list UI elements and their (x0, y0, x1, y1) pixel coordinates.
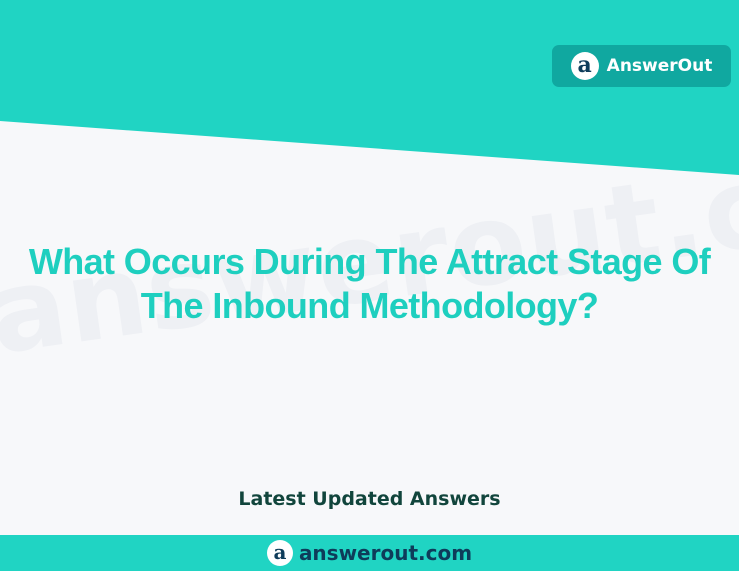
answerout-logo-icon: a (266, 539, 293, 566)
top-teal-band-shape (0, 0, 739, 175)
brand-name: AnswerOut (606, 56, 713, 76)
question-title-line-2: The Inbound Methodology? (140, 285, 599, 326)
logo-glyph: a (577, 51, 592, 78)
answerout-logo-icon: a (570, 51, 599, 80)
footer-logo-glyph: a (273, 539, 287, 564)
thumbnail-canvas: answerout.com a AnswerOut What Occurs Du… (0, 0, 739, 571)
site-url: answerout.com (298, 541, 473, 565)
brand-badge: a AnswerOut (552, 45, 731, 87)
top-teal-band (0, 0, 739, 180)
question-title-line-1: What Occurs During The Attract Stage Of (28, 241, 711, 282)
footer-bar: a answerout.com (0, 535, 739, 571)
latest-answers-label: Latest Updated Answers (238, 488, 501, 510)
question-title: What Occurs During The Attract Stage Of … (0, 240, 739, 328)
